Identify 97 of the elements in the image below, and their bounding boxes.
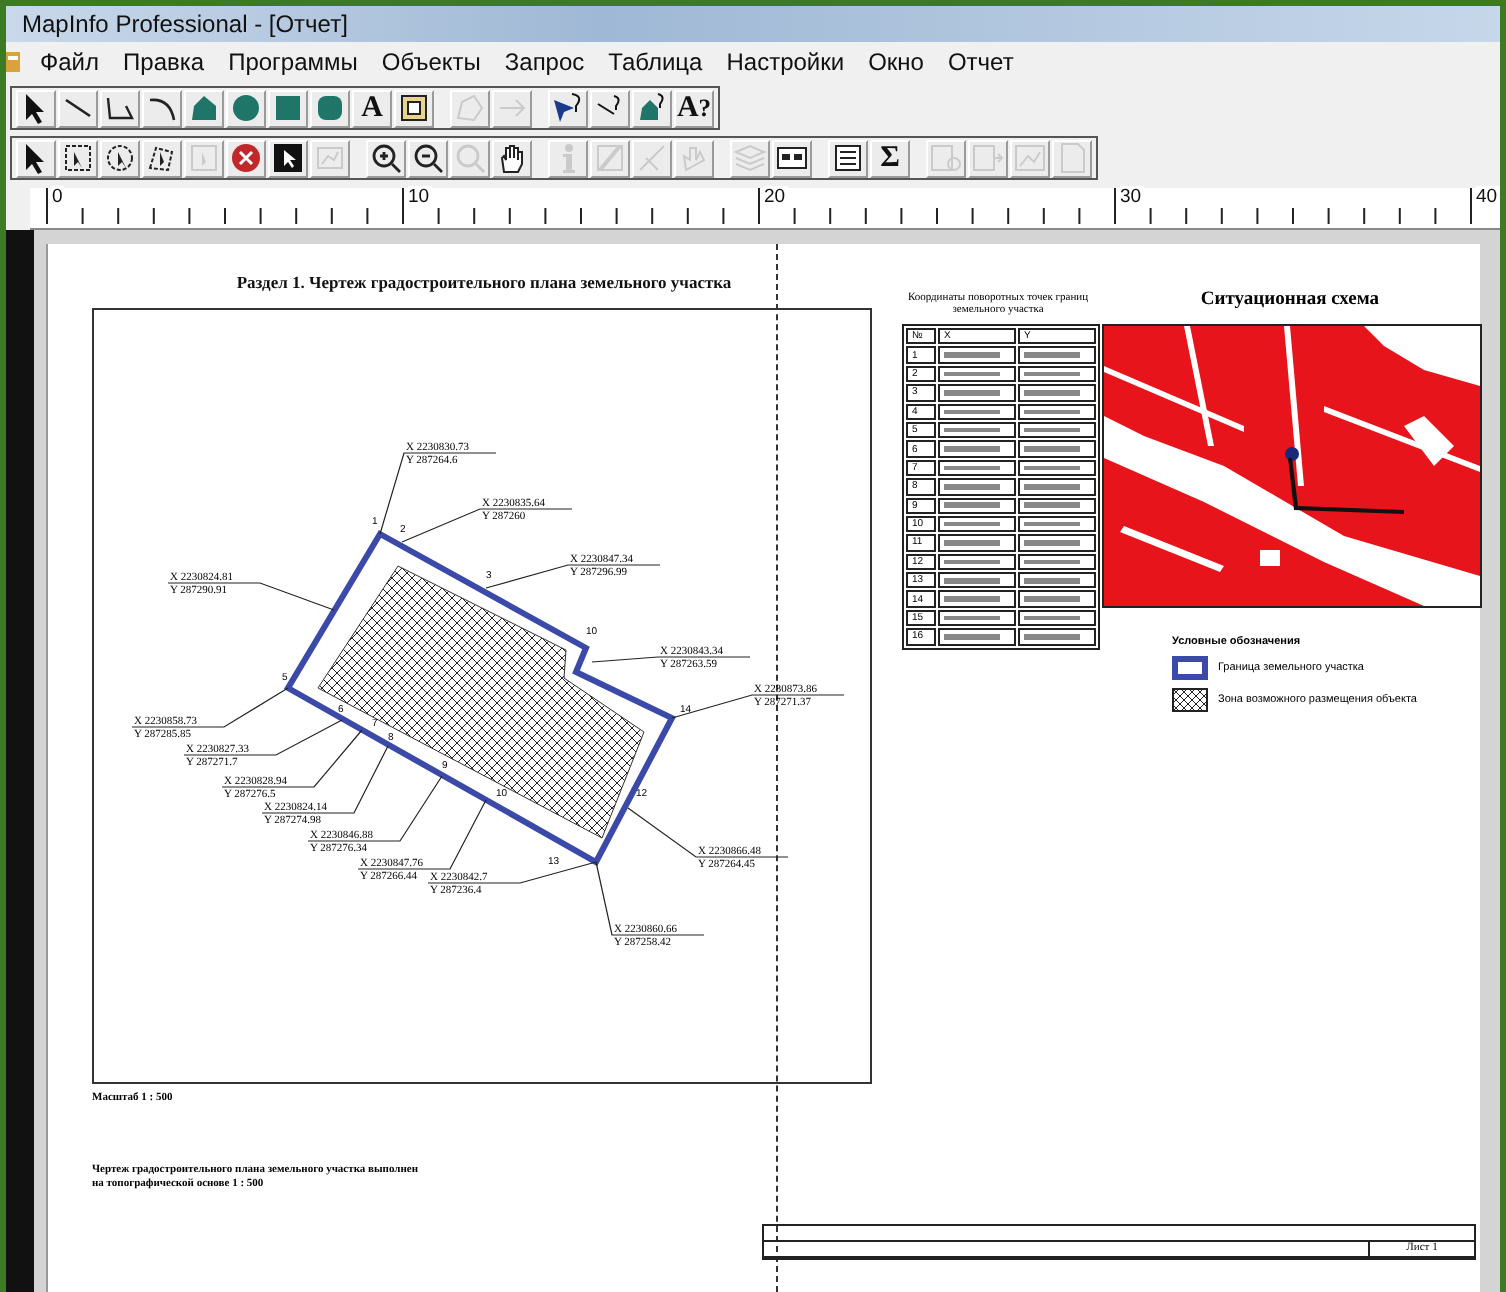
polygon-tool-button[interactable] [184,89,224,127]
import-icon [970,140,1006,176]
pointer-tool-button[interactable] [16,89,56,127]
menu-item[interactable]: Запрос [492,44,597,80]
blurred-value-icon [944,390,1000,396]
line-tool-button[interactable] [58,89,98,127]
export-icon [928,140,964,176]
radius-select-button[interactable] [100,139,140,177]
blurred-value-icon [1024,615,1080,621]
symbol-style-icon [550,90,586,126]
window-title: MapInfo Professional - [Отчет] [22,10,348,38]
blurred-value-icon [944,596,1000,602]
ruler-number: 0 [52,186,65,208]
unselect-icon [228,140,264,176]
invert-selection-button[interactable] [268,139,308,177]
frame-tool-button[interactable] [394,89,434,127]
blurred-value-icon [944,578,1000,584]
scheme-title: Ситуационная схема [1198,290,1382,310]
ruler-number: 40 [1476,186,1500,208]
menu-item[interactable]: Отчет [935,44,1026,80]
unselect-button[interactable] [226,139,266,177]
zoom-out-icon [410,140,446,176]
blurred-value-icon [1024,540,1080,546]
blurred-value-icon [944,465,1000,471]
blurred-value-icon [944,446,1000,452]
menu-item[interactable]: Окно [856,44,936,80]
rectangle-tool-button[interactable] [268,89,308,127]
blurred-value-icon [1024,596,1080,602]
text-tool-button[interactable]: A [352,89,392,127]
blurred-value-icon [944,521,1000,527]
change-view-icon [452,140,488,176]
menu-item[interactable]: Настройки [714,44,857,80]
statistics-icon [830,140,866,176]
blurred-value-icon [944,559,1000,565]
blurred-value-icon [1024,465,1080,471]
polygon-select-button[interactable] [142,139,182,177]
symbol-style-button[interactable] [548,89,588,127]
blurred-value-icon [1024,427,1080,433]
blurred-value-icon [944,427,1000,433]
reshape-icon [452,90,488,126]
blurred-value-icon [944,540,1000,546]
rectangle-tool-icon [270,90,306,126]
blurred-value-icon [1024,390,1080,396]
blurred-value-icon [1024,484,1080,490]
menu-item[interactable]: Объекты [369,44,493,80]
invert-selection-icon [270,140,306,176]
menu-item[interactable]: Программы [216,44,370,80]
ruler-number: 20 [764,186,788,208]
menu-item[interactable]: Таблица [596,44,715,80]
label-tool-icon [634,140,670,176]
blurred-value-icon [1024,409,1080,414]
drawing-title: Раздел 1. Чертеж градостроительного плана земельного участка [234,272,734,292]
blurred-value-icon [1024,578,1080,584]
blurred-value-icon [1024,371,1080,377]
blurred-value-icon [1024,521,1080,527]
grabber-button[interactable] [492,139,532,177]
legend-button[interactable] [772,139,812,177]
rounded-rectangle-tool-icon [312,90,348,126]
menu-item[interactable]: Правка [111,44,217,80]
blurred-value-icon [944,615,1000,621]
sum-button[interactable]: Σ [870,139,910,177]
layer-control-icon [732,140,768,176]
line-style-button[interactable] [590,89,630,127]
region-style-button[interactable] [632,89,672,127]
marquee-select-button[interactable] [58,139,98,177]
blurred-value-icon [944,352,1000,358]
ellipse-tool-icon [228,90,264,126]
pointer-tool-button[interactable] [16,139,56,177]
frame-tool-icon [396,90,432,126]
blurred-value-icon [1024,446,1080,452]
marquee-select-icon [60,140,96,176]
zoom-in-button[interactable] [366,139,406,177]
blurred-value-icon [944,371,1000,377]
radius-select-icon [102,140,138,176]
ellipse-tool-button[interactable] [226,89,266,127]
blurred-value-icon [944,634,1000,640]
blurred-value-icon [1024,502,1080,508]
blurred-value-icon [1024,634,1080,640]
ruler-icon [592,140,628,176]
info-icon [559,142,577,174]
polygon-tool-icon [186,90,222,126]
zoom-in-icon [368,140,404,176]
statistics-button[interactable] [828,139,868,177]
ruler-number: 10 [408,186,432,208]
blurred-value-icon [944,409,1000,414]
ruler-number: 30 [1120,186,1144,208]
zoom-out-button[interactable] [408,139,448,177]
arc-tool-button[interactable] [142,89,182,127]
blurred-value-icon [944,502,1000,508]
blurred-value-icon [1024,352,1080,358]
menu-item[interactable]: Файл [28,44,112,80]
boundary-select-icon [186,140,222,176]
rounded-rectangle-tool-button[interactable] [310,89,350,127]
image-icon [1012,140,1048,176]
blurred-value-icon [1024,559,1080,565]
blurred-value-icon [944,484,1000,490]
polyline-tool-button[interactable] [100,89,140,127]
